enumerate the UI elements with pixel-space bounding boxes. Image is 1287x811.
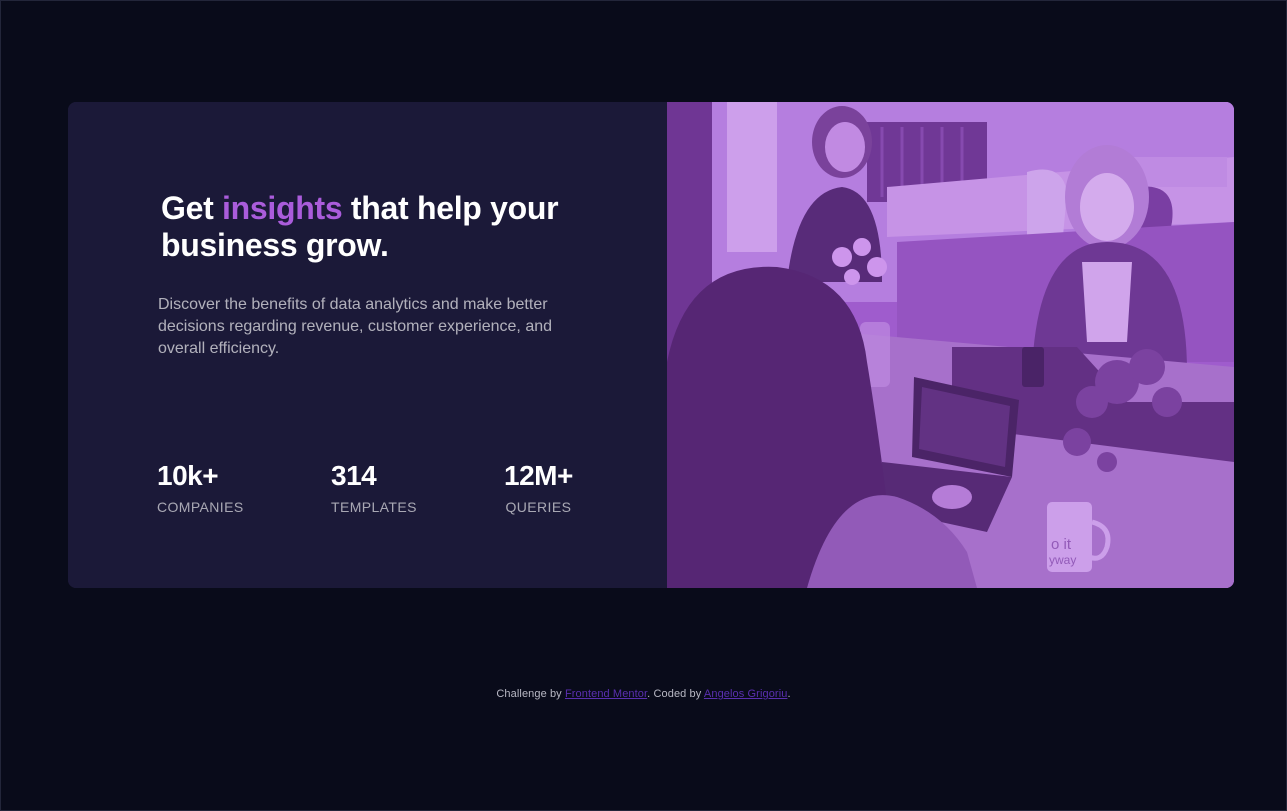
stat-templates: 314 TEMPLATES [331, 459, 417, 515]
stat-label: QUERIES [505, 499, 572, 515]
stats-preview-card: Get insights that help your business gro… [68, 102, 1234, 588]
header-image: o it yway [667, 102, 1234, 588]
description: Discover the benefits of data analytics … [158, 296, 553, 357]
attribution-suffix: . [787, 688, 791, 700]
attribution-middle: . Coded by [647, 688, 704, 700]
stat-value: 314 [331, 460, 377, 491]
stat-value: 12M+ [504, 460, 573, 491]
author-link[interactable]: Angelos Grigoriu [704, 688, 788, 700]
office-photo-illustration: o it yway [667, 102, 1234, 588]
stat-label: TEMPLATES [331, 499, 417, 515]
stat-companies: 10k+ COMPANIES [157, 459, 244, 515]
headline-accent: insights [222, 190, 343, 226]
headline: Get insights that help your business gro… [161, 190, 581, 264]
attribution-prefix: Challenge by [496, 688, 565, 700]
stat-label: COMPANIES [157, 499, 244, 515]
color-overlay [667, 102, 1234, 588]
card-text-panel: Get insights that help your business gro… [68, 102, 667, 588]
frontend-mentor-link[interactable]: Frontend Mentor [565, 688, 647, 700]
attribution: Challenge by Frontend Mentor. Coded by A… [1, 688, 1286, 700]
headline-start: Get [161, 190, 223, 226]
stat-queries: 12M+ QUERIES [504, 459, 573, 515]
stat-value: 10k+ [157, 460, 219, 491]
stats-row: 10k+ COMPANIES 314 TEMPLATES 12M+ QUERIE… [157, 459, 617, 529]
